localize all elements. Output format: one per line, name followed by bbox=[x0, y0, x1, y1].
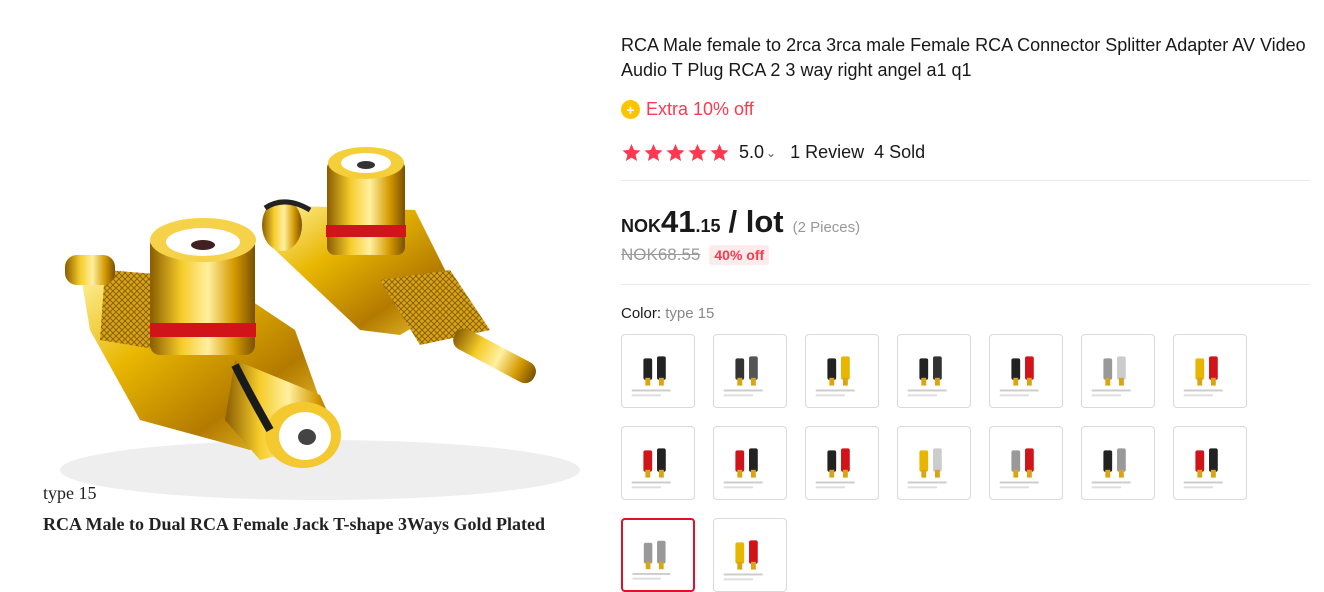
star-icon bbox=[666, 143, 685, 161]
swatch-thumbnail bbox=[1091, 448, 1131, 489]
discount-badge: 40% off bbox=[709, 245, 770, 265]
color-swatch[interactable] bbox=[1081, 426, 1155, 500]
color-swatch[interactable] bbox=[621, 518, 695, 592]
star-rating[interactable] bbox=[621, 143, 731, 163]
color-swatch[interactable] bbox=[713, 518, 787, 592]
color-label: Color: type 15 bbox=[621, 305, 714, 322]
product-image[interactable]: type 15 RCA Male to Dual RCA Female Jack… bbox=[20, 0, 580, 547]
rca-adapter-image bbox=[60, 147, 580, 500]
coin-icon: + bbox=[621, 100, 640, 119]
color-swatch[interactable] bbox=[897, 426, 971, 500]
price-pieces: (2 Pieces) bbox=[792, 219, 861, 236]
promo-text: Extra 10% off bbox=[646, 99, 754, 119]
star-icon bbox=[622, 143, 641, 161]
chevron-down-icon[interactable]: ⌄ bbox=[766, 146, 776, 160]
divider bbox=[621, 180, 1310, 181]
price-currency: NOK bbox=[621, 216, 661, 236]
swatch-thumbnail bbox=[815, 356, 855, 397]
price-decimal: .15 bbox=[695, 216, 721, 236]
image-caption-type: type 15 bbox=[43, 483, 97, 503]
color-swatch[interactable] bbox=[989, 334, 1063, 408]
star-icon bbox=[688, 143, 707, 161]
review-count-link[interactable]: 1 Review bbox=[790, 142, 864, 163]
promo-banner[interactable]: + Extra 10% off bbox=[621, 99, 754, 120]
color-swatch[interactable] bbox=[1173, 426, 1247, 500]
swatch-thumbnail bbox=[723, 356, 763, 397]
swatch-thumbnail bbox=[1183, 448, 1223, 489]
original-price-row: NOK68.55 40% off bbox=[621, 245, 770, 265]
color-swatch[interactable] bbox=[805, 426, 879, 500]
swatch-thumbnail bbox=[723, 448, 763, 489]
color-label-text: Color: bbox=[621, 305, 662, 322]
swatch-thumbnail bbox=[999, 356, 1039, 397]
swatch-thumbnail bbox=[907, 448, 947, 489]
swatch-thumbnail bbox=[815, 448, 855, 489]
color-swatch[interactable] bbox=[897, 334, 971, 408]
color-swatch[interactable] bbox=[621, 334, 695, 408]
original-price: NOK68.55 bbox=[621, 245, 701, 264]
swatch-thumbnail bbox=[631, 448, 671, 489]
sold-count: 4 Sold bbox=[874, 142, 926, 162]
swatch-thumbnail bbox=[723, 540, 763, 581]
image-caption-description: RCA Male to Dual RCA Female Jack T-shape… bbox=[43, 514, 546, 534]
color-selected-value: type 15 bbox=[665, 305, 715, 322]
color-swatch[interactable] bbox=[1081, 334, 1155, 408]
price-whole: 41 bbox=[661, 204, 696, 239]
product-title: RCA Male female to 2rca 3rca male Female… bbox=[621, 35, 1306, 80]
rating-score[interactable]: 5.0 bbox=[739, 142, 764, 163]
color-swatch[interactable] bbox=[1173, 334, 1247, 408]
price-unit: / lot bbox=[728, 204, 784, 239]
swatch-thumbnail bbox=[1183, 356, 1223, 397]
rating-row: 5.0 ⌄ 1 Review 4 Sold bbox=[621, 142, 925, 163]
swatch-thumbnail bbox=[631, 356, 671, 397]
star-icon bbox=[644, 143, 663, 161]
swatch-thumbnail bbox=[632, 540, 671, 580]
swatch-thumbnail bbox=[999, 448, 1039, 489]
color-swatch[interactable] bbox=[989, 426, 1063, 500]
color-swatch[interactable] bbox=[621, 426, 695, 500]
price: NOK 41 .15 / lot (2 Pieces) bbox=[621, 204, 860, 240]
color-swatch[interactable] bbox=[805, 334, 879, 408]
star-icon bbox=[710, 143, 729, 161]
divider bbox=[621, 284, 1310, 285]
color-swatch[interactable] bbox=[713, 426, 787, 500]
swatch-thumbnail bbox=[1091, 356, 1131, 397]
color-swatch[interactable] bbox=[713, 334, 787, 408]
swatch-thumbnail bbox=[907, 356, 947, 397]
